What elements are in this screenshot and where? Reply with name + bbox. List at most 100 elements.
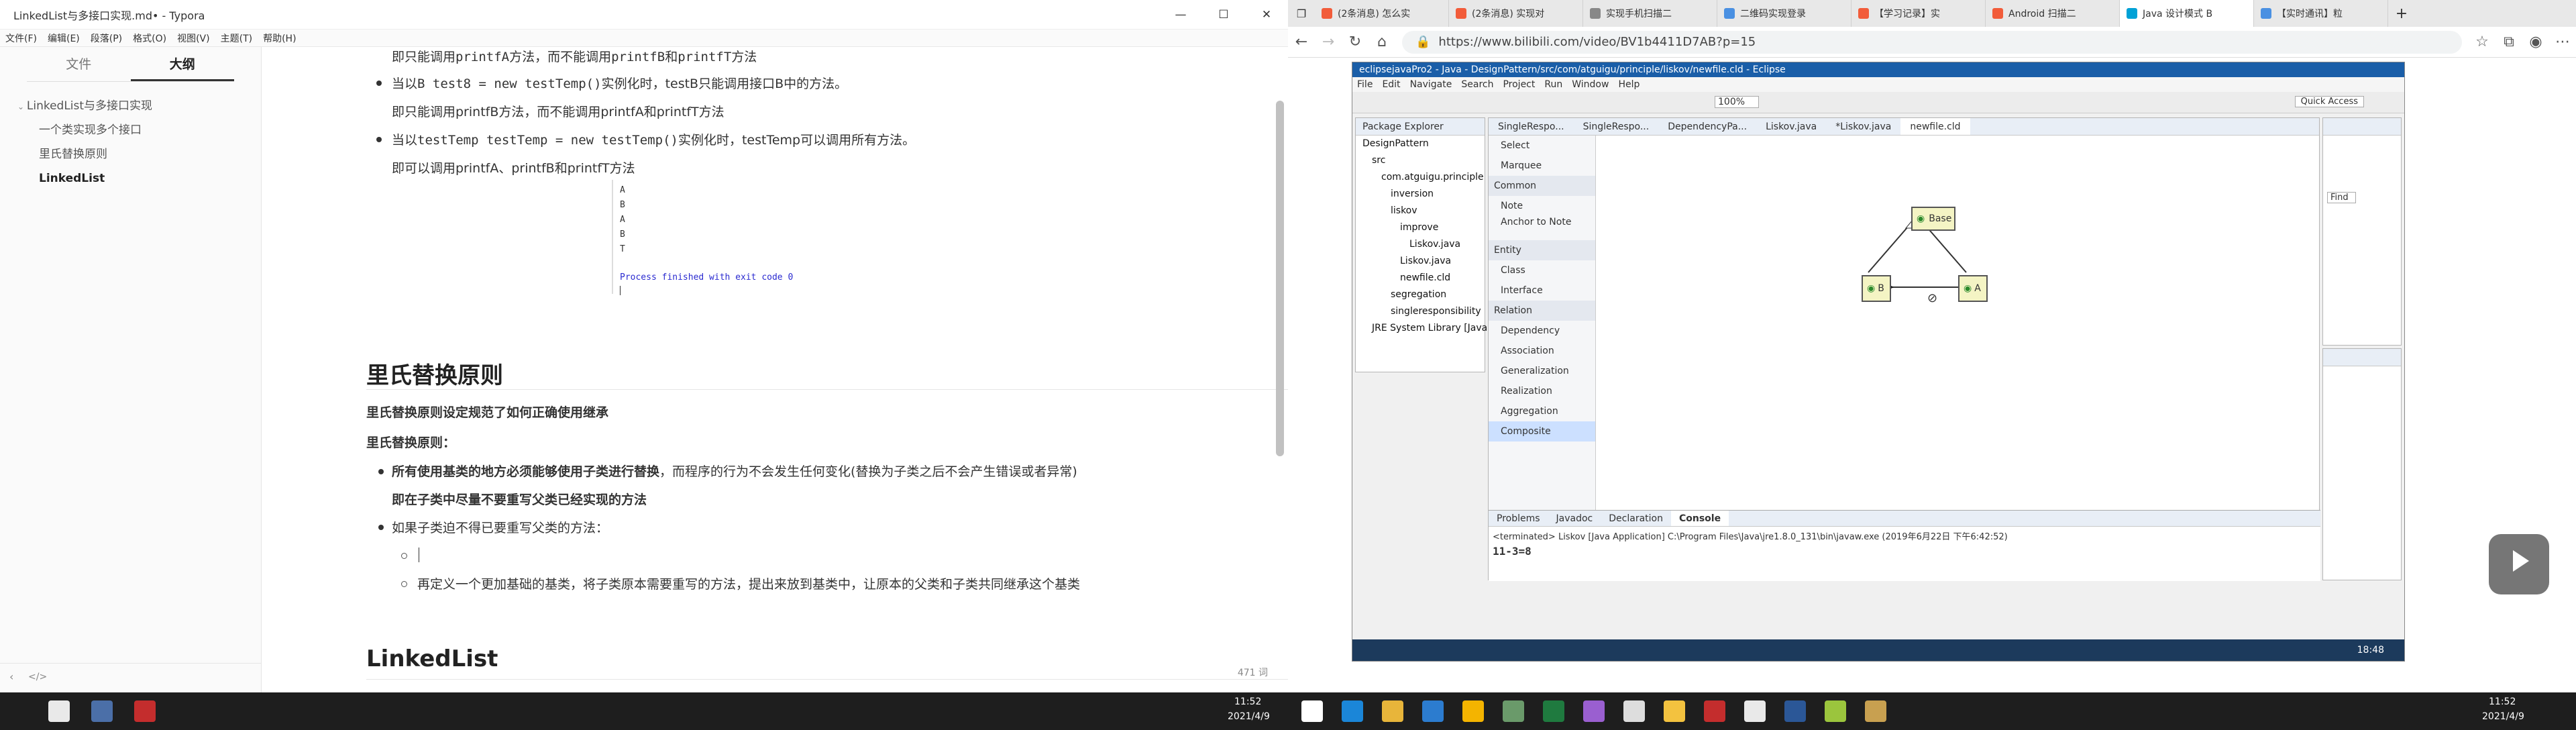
minimize-icon[interactable]: — — [1159, 0, 1202, 30]
editor-tab[interactable]: Liskov.java — [1756, 118, 1826, 135]
palette-entity[interactable]: Entity — [1489, 240, 1595, 260]
palette-dependency[interactable]: Dependency — [1489, 321, 1595, 341]
tree-item[interactable]: newfile.cld — [1356, 270, 1485, 286]
zoom-select[interactable]: 100% — [1715, 96, 1760, 108]
browser-tab[interactable]: (2条消息) 实现对 — [1449, 0, 1583, 27]
palette-marquee[interactable]: Marquee — [1489, 156, 1595, 176]
palette-generalization[interactable]: Generalization — [1489, 361, 1595, 381]
maximize-icon[interactable]: ☐ — [1202, 0, 1245, 30]
find-input[interactable]: Find — [2327, 192, 2356, 203]
browser-tab[interactable]: 【学习记录】实 — [1851, 0, 1986, 27]
tab-console[interactable]: Console — [1670, 511, 1729, 526]
tree-item[interactable]: segregation — [1356, 286, 1485, 303]
bilibili-tv-icon[interactable] — [2489, 534, 2549, 594]
editor[interactable]: 即只能调用printfA方法，而不能调用printfB和printfT方法 当以… — [263, 47, 1288, 692]
palette-composite[interactable]: Composite — [1489, 421, 1595, 441]
palette-class[interactable]: Class — [1489, 260, 1595, 280]
jetbrains-icon[interactable] — [1704, 700, 1725, 722]
jetbrains-icon[interactable] — [134, 700, 156, 722]
outline-item[interactable]: ⌄ LinkedList与多接口实现 — [17, 94, 261, 118]
tree-item[interactable]: src — [1356, 152, 1485, 169]
menu-format[interactable]: 格式(O) — [127, 32, 172, 45]
browser-tab[interactable]: Android 扫描二 — [1986, 0, 2120, 27]
app-icon[interactable] — [91, 700, 113, 722]
outline-item[interactable]: 一个类实现多个接口 — [17, 118, 261, 142]
menu-view[interactable]: 视图(V) — [172, 32, 215, 45]
uml-class-base[interactable]: ◉ Base — [1911, 207, 1955, 231]
palette-note[interactable]: Note — [1489, 196, 1595, 216]
menu-edit[interactable]: Edit — [1377, 79, 1405, 90]
word-icon[interactable] — [1784, 700, 1806, 722]
menu-file[interactable]: 文件(F) — [0, 32, 42, 45]
app-icon[interactable] — [1664, 700, 1685, 722]
menu-paragraph[interactable]: 段落(P) — [85, 32, 127, 45]
vscode-icon[interactable] — [1422, 700, 1444, 722]
browser-tab[interactable]: (2条消息) 怎么实 — [1315, 0, 1449, 27]
tree-item[interactable]: singleresponsibility — [1356, 303, 1485, 320]
new-tab-icon[interactable]: + — [2388, 5, 2415, 22]
word-count[interactable]: 471 词 — [1238, 666, 1268, 679]
menu-help[interactable]: 帮助(H) — [258, 32, 301, 45]
video-player[interactable]: eclipsejavaPro2 - Java - DesignPattern/s… — [1288, 58, 2576, 692]
browser-tab[interactable]: 实现手机扫描二 — [1583, 0, 1717, 27]
tree-item[interactable]: inversion — [1356, 186, 1485, 203]
tab-outline[interactable]: 大纲 — [130, 47, 234, 81]
tab-declaration[interactable]: Declaration — [1601, 511, 1671, 526]
back-icon[interactable]: ← — [1288, 34, 1315, 50]
url-input[interactable]: 🔒 https://www.bilibili.com/video/BV1b4411… — [1402, 30, 2462, 54]
collections-icon[interactable]: ⧉ — [2496, 34, 2522, 50]
menu-project[interactable]: Project — [1498, 79, 1540, 90]
typora-icon[interactable] — [1744, 700, 1766, 722]
outline-tab[interactable] — [2323, 118, 2401, 136]
editor-tab[interactable]: SingleRespo... — [1489, 118, 1574, 135]
outline-item-active[interactable]: LinkedList — [17, 166, 261, 191]
menu-file[interactable]: File — [1352, 79, 1377, 90]
typora-icon[interactable] — [48, 700, 70, 722]
quick-access-input[interactable]: Quick Access — [2294, 96, 2364, 107]
palette-common[interactable]: Common — [1489, 176, 1595, 196]
tree-item[interactable]: DesignPattern — [1356, 136, 1485, 152]
menu-edit[interactable]: 编辑(E) — [42, 32, 85, 45]
menu-window[interactable]: Window — [1567, 79, 1613, 90]
more-icon[interactable]: ⋯ — [2549, 34, 2576, 50]
tree-item[interactable]: improve — [1356, 219, 1485, 236]
tab-files[interactable]: 文件 — [27, 47, 131, 81]
tab-problems[interactable]: Problems — [1489, 511, 1548, 526]
palette-aggregation[interactable]: Aggregation — [1489, 401, 1595, 421]
start-icon[interactable] — [1301, 700, 1323, 722]
package-explorer-tab[interactable]: Package Explorer — [1356, 118, 1485, 136]
profile-icon[interactable]: ◉ — [2522, 34, 2549, 50]
favorite-icon[interactable]: ☆ — [2469, 34, 2496, 50]
browser-tab-active[interactable]: Java 设计模式 B — [2120, 0, 2254, 27]
palette-select[interactable]: Select — [1489, 136, 1595, 156]
editor-tab[interactable]: DependencyPa... — [1658, 118, 1756, 135]
app-icon[interactable] — [1503, 700, 1524, 722]
palette-association[interactable]: Association — [1489, 341, 1595, 361]
menu-theme[interactable]: 主题(T) — [215, 32, 258, 45]
app-icon[interactable] — [1583, 700, 1605, 722]
outline-item[interactable]: 里氏替换原则 — [17, 142, 261, 166]
editor-tab[interactable]: *Liskov.java — [1826, 118, 1900, 135]
menu-help[interactable]: Help — [1613, 79, 1644, 90]
app-icon[interactable] — [1623, 700, 1645, 722]
tree-item[interactable]: Liskov.java — [1356, 236, 1485, 253]
tab-actions-icon[interactable]: ❐ — [1288, 7, 1315, 20]
folder-icon[interactable] — [1382, 700, 1403, 722]
editor-tab-active[interactable]: newfile.cld — [1900, 118, 1970, 135]
editor-tab[interactable]: SingleRespo... — [1574, 118, 1659, 135]
app-icon[interactable] — [1865, 700, 1886, 722]
tree-item[interactable]: com.atguigu.principle — [1356, 169, 1485, 186]
browser-tab[interactable]: 二维码实现登录 — [1717, 0, 1851, 27]
uml-class-b[interactable]: ◉ B — [1862, 275, 1891, 302]
tree-item[interactable]: JRE System Library [JavaSE-1.8] — [1356, 320, 1521, 337]
forward-icon[interactable]: → — [1315, 34, 1342, 50]
close-icon[interactable]: ✕ — [1245, 0, 1288, 30]
chrome-icon[interactable] — [1462, 700, 1484, 722]
edge-icon[interactable] — [1342, 700, 1363, 722]
reload-icon[interactable]: ↻ — [1342, 34, 1368, 50]
menu-search[interactable]: Search — [1456, 79, 1498, 90]
uml-class-a[interactable]: ◉ A — [1958, 275, 1988, 302]
source-code-icon[interactable]: </> — [28, 672, 47, 682]
palette-relation[interactable]: Relation — [1489, 301, 1595, 321]
excel-icon[interactable] — [1543, 700, 1564, 722]
